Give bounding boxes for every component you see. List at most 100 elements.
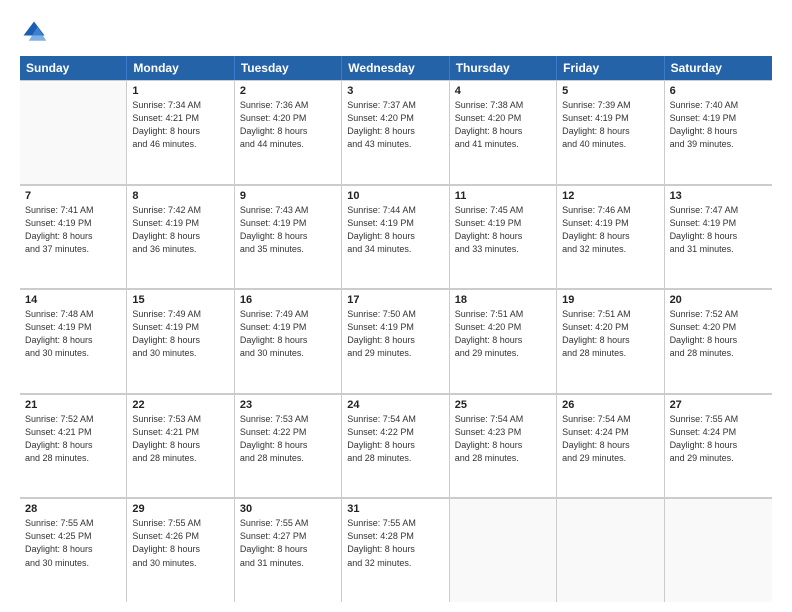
header-day-saturday: Saturday bbox=[665, 56, 772, 80]
day-cell-18: 18 Sunrise: 7:51 AM Sunset: 4:20 PM Dayli… bbox=[450, 290, 557, 393]
day-number: 19 bbox=[562, 294, 658, 306]
day-cell-14: 14 Sunrise: 7:48 AM Sunset: 4:19 PM Dayli… bbox=[20, 290, 127, 393]
day-number: 28 bbox=[25, 503, 121, 515]
day-number: 20 bbox=[670, 294, 767, 306]
header-day-wednesday: Wednesday bbox=[342, 56, 449, 80]
header-day-sunday: Sunday bbox=[20, 56, 127, 80]
empty-cell bbox=[665, 499, 772, 602]
day-info: Sunrise: 7:53 AM Sunset: 4:22 PM Dayligh… bbox=[240, 413, 336, 465]
empty-cell bbox=[20, 81, 127, 184]
week-row-2: 7Sunrise: 7:41 AM Sunset: 4:19 PM Daylig… bbox=[20, 185, 772, 290]
day-number: 14 bbox=[25, 294, 121, 306]
day-number: 9 bbox=[240, 190, 336, 202]
day-cell-17: 17 Sunrise: 7:50 AM Sunset: 4:19 PM Dayli… bbox=[342, 290, 449, 393]
page: SundayMondayTuesdayWednesdayThursdayFrid… bbox=[0, 0, 792, 612]
day-cell-30: 30 Sunrise: 7:55 AM Sunset: 4:27 PM Dayli… bbox=[235, 499, 342, 602]
day-info: Sunrise: 7:37 AM Sunset: 4:20 PM Dayligh… bbox=[347, 99, 443, 151]
header-day-thursday: Thursday bbox=[450, 56, 557, 80]
week-row-5: 28Sunrise: 7:55 AM Sunset: 4:25 PM Dayli… bbox=[20, 498, 772, 602]
day-number: 12 bbox=[562, 190, 658, 202]
day-cell-26: 26 Sunrise: 7:54 AM Sunset: 4:24 PM Dayli… bbox=[557, 395, 664, 498]
day-info: Sunrise: 7:53 AM Sunset: 4:21 PM Dayligh… bbox=[132, 413, 228, 465]
day-info: Sunrise: 7:55 AM Sunset: 4:28 PM Dayligh… bbox=[347, 517, 443, 569]
day-number: 10 bbox=[347, 190, 443, 202]
day-info: Sunrise: 7:39 AM Sunset: 4:19 PM Dayligh… bbox=[562, 99, 658, 151]
day-info: Sunrise: 7:44 AM Sunset: 4:19 PM Dayligh… bbox=[347, 204, 443, 256]
logo bbox=[20, 18, 52, 46]
day-cell-5: 5 Sunrise: 7:39 AM Sunset: 4:19 PM Daylig… bbox=[557, 81, 664, 184]
day-info: Sunrise: 7:52 AM Sunset: 4:20 PM Dayligh… bbox=[670, 308, 767, 360]
day-info: Sunrise: 7:52 AM Sunset: 4:21 PM Dayligh… bbox=[25, 413, 121, 465]
logo-icon bbox=[20, 18, 48, 46]
day-number: 26 bbox=[562, 399, 658, 411]
day-number: 8 bbox=[132, 190, 228, 202]
day-number: 29 bbox=[132, 503, 228, 515]
day-info: Sunrise: 7:51 AM Sunset: 4:20 PM Dayligh… bbox=[455, 308, 551, 360]
day-number: 16 bbox=[240, 294, 336, 306]
week-row-4: 21Sunrise: 7:52 AM Sunset: 4:21 PM Dayli… bbox=[20, 394, 772, 499]
day-cell-28: 28Sunrise: 7:55 AM Sunset: 4:25 PM Dayli… bbox=[20, 499, 127, 602]
day-number: 3 bbox=[347, 85, 443, 97]
day-cell-3: 3 Sunrise: 7:37 AM Sunset: 4:20 PM Daylig… bbox=[342, 81, 449, 184]
header-day-monday: Monday bbox=[127, 56, 234, 80]
day-info: Sunrise: 7:55 AM Sunset: 4:27 PM Dayligh… bbox=[240, 517, 336, 569]
day-number: 5 bbox=[562, 85, 658, 97]
day-number: 17 bbox=[347, 294, 443, 306]
day-cell-9: 9 Sunrise: 7:43 AM Sunset: 4:19 PM Daylig… bbox=[235, 186, 342, 289]
day-number: 15 bbox=[132, 294, 228, 306]
day-info: Sunrise: 7:48 AM Sunset: 4:19 PM Dayligh… bbox=[25, 308, 121, 360]
day-number: 23 bbox=[240, 399, 336, 411]
empty-cell bbox=[450, 499, 557, 602]
empty-cell bbox=[557, 499, 664, 602]
week-row-3: 14 Sunrise: 7:48 AM Sunset: 4:19 PM Dayli… bbox=[20, 289, 772, 394]
day-number: 13 bbox=[670, 190, 767, 202]
calendar-body: 1 Sunrise: 7:34 AM Sunset: 4:21 PM Daylig… bbox=[20, 80, 772, 602]
day-cell-12: 12Sunrise: 7:46 AM Sunset: 4:19 PM Dayli… bbox=[557, 186, 664, 289]
day-number: 25 bbox=[455, 399, 551, 411]
day-cell-6: 6 Sunrise: 7:40 AM Sunset: 4:19 PM Daylig… bbox=[665, 81, 772, 184]
day-cell-16: 16 Sunrise: 7:49 AM Sunset: 4:19 PM Dayli… bbox=[235, 290, 342, 393]
day-number: 2 bbox=[240, 85, 336, 97]
day-number: 18 bbox=[455, 294, 551, 306]
day-info: Sunrise: 7:55 AM Sunset: 4:26 PM Dayligh… bbox=[132, 517, 228, 569]
day-cell-8: 8 Sunrise: 7:42 AM Sunset: 4:19 PM Daylig… bbox=[127, 186, 234, 289]
day-number: 7 bbox=[25, 190, 121, 202]
day-cell-23: 23 Sunrise: 7:53 AM Sunset: 4:22 PM Dayli… bbox=[235, 395, 342, 498]
day-info: Sunrise: 7:55 AM Sunset: 4:24 PM Dayligh… bbox=[670, 413, 767, 465]
day-number: 6 bbox=[670, 85, 767, 97]
day-cell-22: 22 Sunrise: 7:53 AM Sunset: 4:21 PM Dayli… bbox=[127, 395, 234, 498]
day-info: Sunrise: 7:42 AM Sunset: 4:19 PM Dayligh… bbox=[132, 204, 228, 256]
day-cell-1: 1 Sunrise: 7:34 AM Sunset: 4:21 PM Daylig… bbox=[127, 81, 234, 184]
day-info: Sunrise: 7:54 AM Sunset: 4:23 PM Dayligh… bbox=[455, 413, 551, 465]
day-info: Sunrise: 7:49 AM Sunset: 4:19 PM Dayligh… bbox=[132, 308, 228, 360]
day-cell-29: 29 Sunrise: 7:55 AM Sunset: 4:26 PM Dayli… bbox=[127, 499, 234, 602]
day-cell-15: 15 Sunrise: 7:49 AM Sunset: 4:19 PM Dayli… bbox=[127, 290, 234, 393]
day-cell-2: 2 Sunrise: 7:36 AM Sunset: 4:20 PM Daylig… bbox=[235, 81, 342, 184]
calendar-header: SundayMondayTuesdayWednesdayThursdayFrid… bbox=[20, 56, 772, 80]
day-cell-31: 31 Sunrise: 7:55 AM Sunset: 4:28 PM Dayli… bbox=[342, 499, 449, 602]
day-number: 1 bbox=[132, 85, 228, 97]
day-number: 30 bbox=[240, 503, 336, 515]
day-cell-7: 7Sunrise: 7:41 AM Sunset: 4:19 PM Daylig… bbox=[20, 186, 127, 289]
day-info: Sunrise: 7:50 AM Sunset: 4:19 PM Dayligh… bbox=[347, 308, 443, 360]
day-number: 31 bbox=[347, 503, 443, 515]
day-cell-19: 19Sunrise: 7:51 AM Sunset: 4:20 PM Dayli… bbox=[557, 290, 664, 393]
day-info: Sunrise: 7:36 AM Sunset: 4:20 PM Dayligh… bbox=[240, 99, 336, 151]
day-info: Sunrise: 7:40 AM Sunset: 4:19 PM Dayligh… bbox=[670, 99, 767, 151]
day-info: Sunrise: 7:54 AM Sunset: 4:24 PM Dayligh… bbox=[562, 413, 658, 465]
day-cell-11: 11Sunrise: 7:45 AM Sunset: 4:19 PM Dayli… bbox=[450, 186, 557, 289]
day-info: Sunrise: 7:49 AM Sunset: 4:19 PM Dayligh… bbox=[240, 308, 336, 360]
day-info: Sunrise: 7:47 AM Sunset: 4:19 PM Dayligh… bbox=[670, 204, 767, 256]
day-number: 4 bbox=[455, 85, 551, 97]
day-info: Sunrise: 7:34 AM Sunset: 4:21 PM Dayligh… bbox=[132, 99, 228, 151]
day-cell-20: 20 Sunrise: 7:52 AM Sunset: 4:20 PM Dayli… bbox=[665, 290, 772, 393]
week-row-1: 1 Sunrise: 7:34 AM Sunset: 4:21 PM Daylig… bbox=[20, 80, 772, 185]
day-info: Sunrise: 7:45 AM Sunset: 4:19 PM Dayligh… bbox=[455, 204, 551, 256]
day-cell-25: 25 Sunrise: 7:54 AM Sunset: 4:23 PM Dayli… bbox=[450, 395, 557, 498]
day-cell-21: 21Sunrise: 7:52 AM Sunset: 4:21 PM Dayli… bbox=[20, 395, 127, 498]
day-number: 24 bbox=[347, 399, 443, 411]
day-number: 22 bbox=[132, 399, 228, 411]
day-info: Sunrise: 7:43 AM Sunset: 4:19 PM Dayligh… bbox=[240, 204, 336, 256]
day-info: Sunrise: 7:54 AM Sunset: 4:22 PM Dayligh… bbox=[347, 413, 443, 465]
day-number: 27 bbox=[670, 399, 767, 411]
